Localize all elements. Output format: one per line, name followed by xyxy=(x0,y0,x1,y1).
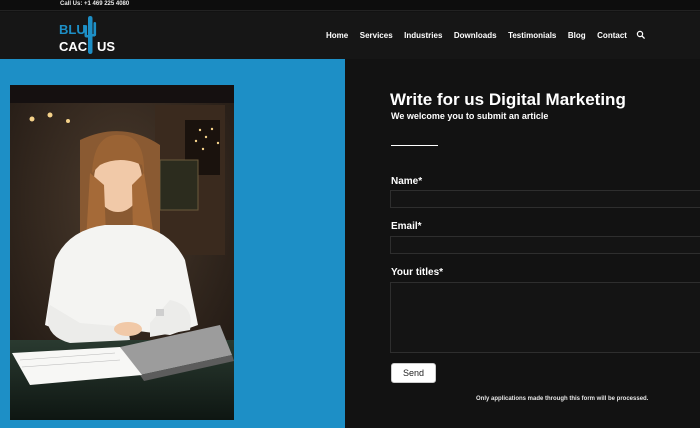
form-note: Only applications made through this form… xyxy=(476,396,649,402)
page-title: Write for us Digital Marketing xyxy=(390,90,626,109)
send-button[interactable]: Send xyxy=(391,363,436,383)
logo-text-right: US xyxy=(97,39,115,54)
titles-label: Your titles* xyxy=(391,267,444,278)
hero-photo xyxy=(10,85,234,420)
logo-text-top: BLU xyxy=(59,22,86,37)
logo-text-left: CAC xyxy=(59,39,88,54)
titles-field[interactable] xyxy=(390,282,700,353)
main-nav: Home Services Industries Downloads Testi… xyxy=(326,30,646,40)
search-icon[interactable] xyxy=(636,30,646,40)
nav-services[interactable]: Services xyxy=(360,31,393,40)
title-divider xyxy=(391,145,438,146)
name-label: Name* xyxy=(391,176,423,187)
nav-industries[interactable]: Industries xyxy=(404,31,442,40)
name-field[interactable] xyxy=(390,190,700,208)
site-header: BLU CAC US Home Services Industries Down… xyxy=(0,12,700,59)
nav-testimonials[interactable]: Testimonials xyxy=(508,31,556,40)
page-subtitle: We welcome you to submit an article xyxy=(391,111,549,121)
nav-downloads[interactable]: Downloads xyxy=(454,31,497,40)
phone-number[interactable]: Call Us: +1 469 225 4080 xyxy=(60,1,129,7)
site-logo[interactable]: BLU CAC US xyxy=(59,13,117,57)
email-field[interactable] xyxy=(390,236,700,254)
email-label: Email* xyxy=(391,221,422,232)
nav-blog[interactable]: Blog xyxy=(568,31,586,40)
nav-home[interactable]: Home xyxy=(326,31,348,40)
nav-contact[interactable]: Contact xyxy=(597,31,627,40)
top-bar: Call Us: +1 469 225 4080 xyxy=(0,0,700,11)
